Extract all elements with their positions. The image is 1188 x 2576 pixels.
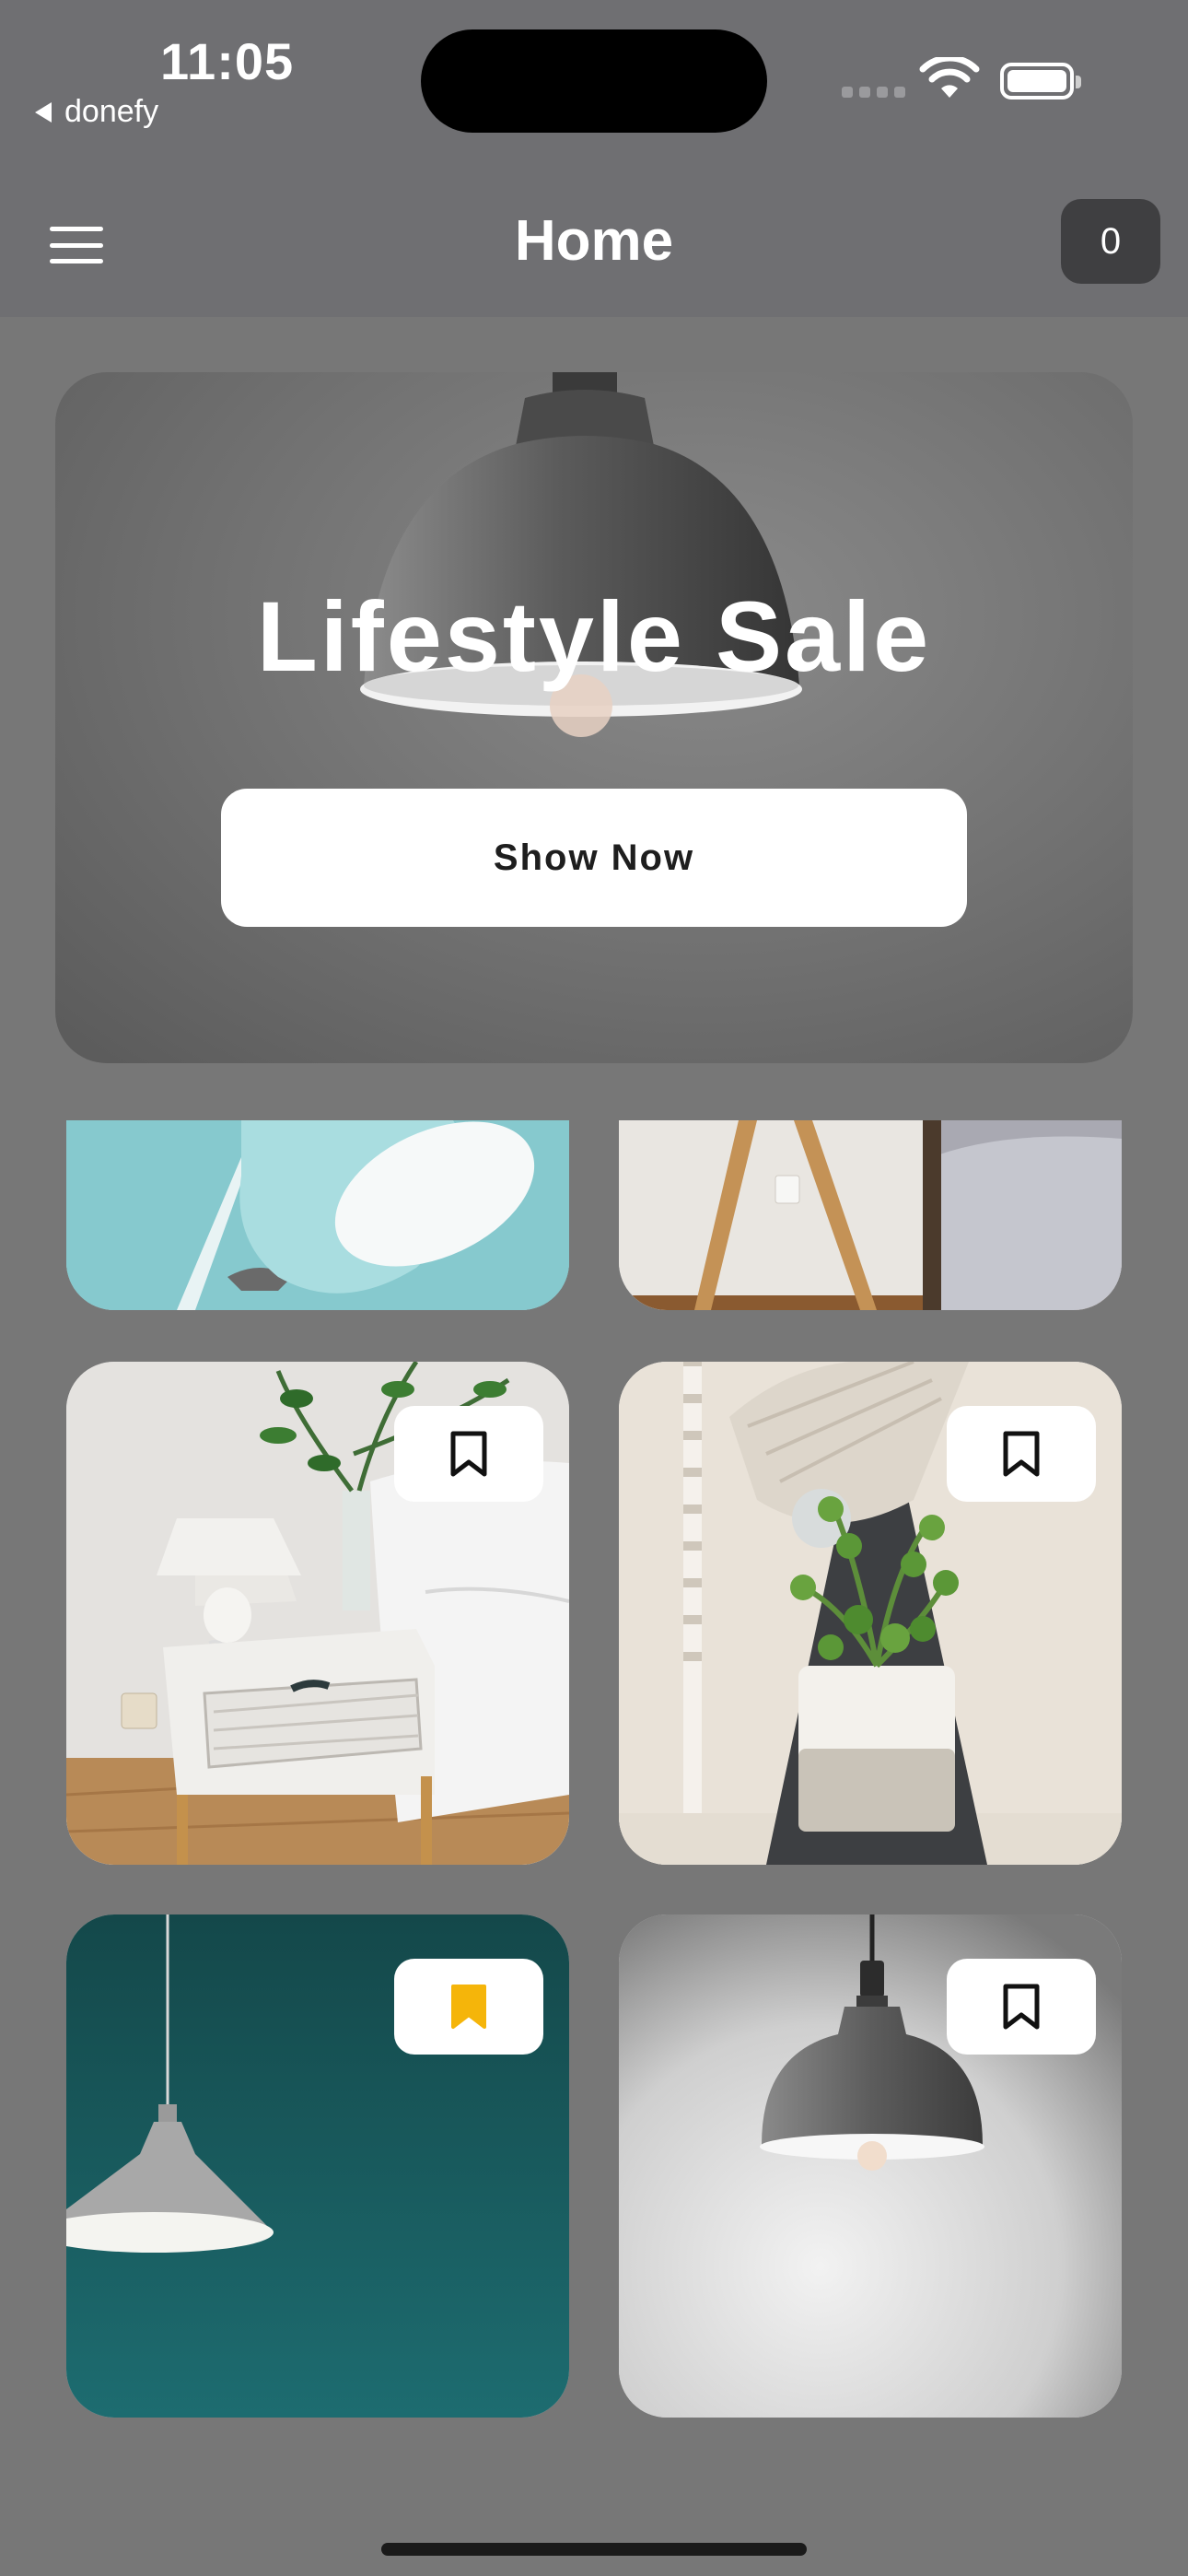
hero-banner: Lifestyle Sale Show Now — [55, 372, 1133, 1063]
product-card-lamp-with-plant[interactable] — [619, 1362, 1122, 1865]
teal-desk-lamp-image — [66, 1120, 569, 1310]
bookmark-button[interactable] — [947, 1406, 1096, 1502]
hero-title: Lifestyle Sale — [256, 580, 932, 692]
status-bar: 11:05 donefy — [0, 0, 1188, 166]
bookmark-outline-icon — [450, 1431, 487, 1477]
pendant-lamp-image — [360, 372, 802, 737]
product-card-teal-wall-pendant[interactable] — [66, 1914, 569, 2418]
dynamic-island — [421, 29, 767, 133]
status-time: 11:05 — [160, 32, 295, 90]
cart-count-badge[interactable]: 0 — [1061, 199, 1160, 284]
bookmark-outline-icon — [1003, 1431, 1040, 1477]
back-triangle-icon — [35, 101, 52, 123]
product-card-nightstand[interactable] — [66, 1362, 569, 1865]
bookmark-button[interactable] — [394, 1406, 543, 1502]
show-now-button[interactable]: Show Now — [221, 789, 967, 927]
bookmark-filled-icon — [451, 1985, 486, 2029]
navigation-bar: Home 0 — [0, 166, 1188, 317]
home-screen: 11:05 donefy Home 0 Lifestyle Sale Show … — [0, 0, 1188, 2576]
wifi-icon — [919, 57, 980, 98]
battery-icon — [1000, 63, 1081, 100]
home-indicator[interactable] — [381, 2543, 807, 2556]
product-card-teal-desk-lamp[interactable] — [66, 1120, 569, 1310]
back-to-app-link[interactable]: donefy — [35, 94, 158, 130]
bookmark-button-active[interactable] — [394, 1959, 543, 2055]
bookmark-outline-icon — [1003, 1984, 1040, 2030]
bookmark-button[interactable] — [947, 1959, 1096, 2055]
tripod-lamp-bedroom-image — [619, 1120, 1122, 1310]
back-app-label: donefy — [64, 94, 159, 129]
product-card-dark-pendant[interactable] — [619, 1914, 1122, 2418]
product-card-tripod-lamp[interactable] — [619, 1120, 1122, 1310]
cellular-signal-icon — [842, 87, 905, 98]
page-title: Home — [514, 209, 674, 273]
